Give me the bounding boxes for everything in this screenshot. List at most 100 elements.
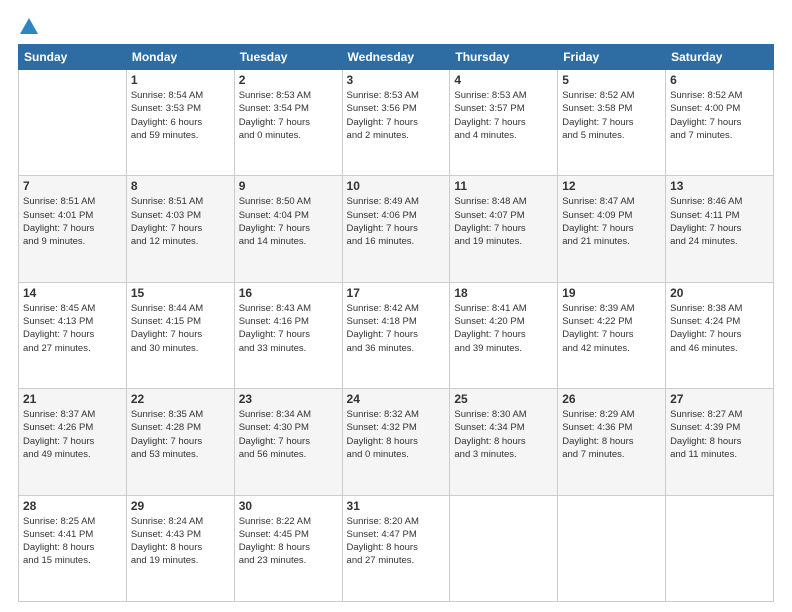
week-row-1: 1 Sunrise: 8:54 AM Sunset: 3:53 PM Daylig…	[19, 70, 774, 176]
day-info: Sunrise: 8:39 AM Sunset: 4:22 PM Dayligh…	[562, 302, 661, 355]
day-number: 20	[670, 286, 769, 300]
day-number: 14	[23, 286, 122, 300]
weekday-header-saturday: Saturday	[666, 45, 774, 70]
day-info: Sunrise: 8:45 AM Sunset: 4:13 PM Dayligh…	[23, 302, 122, 355]
day-number: 23	[239, 392, 338, 406]
calendar-cell	[450, 495, 558, 601]
calendar-cell: 23 Sunrise: 8:34 AM Sunset: 4:30 PM Dayli…	[234, 389, 342, 495]
day-info: Sunrise: 8:50 AM Sunset: 4:04 PM Dayligh…	[239, 195, 338, 248]
day-number: 27	[670, 392, 769, 406]
day-info: Sunrise: 8:51 AM Sunset: 4:03 PM Dayligh…	[131, 195, 230, 248]
page: SundayMondayTuesdayWednesdayThursdayFrid…	[0, 0, 792, 612]
day-number: 25	[454, 392, 553, 406]
day-info: Sunrise: 8:49 AM Sunset: 4:06 PM Dayligh…	[347, 195, 446, 248]
day-number: 12	[562, 179, 661, 193]
day-number: 7	[23, 179, 122, 193]
day-number: 2	[239, 73, 338, 87]
day-info: Sunrise: 8:37 AM Sunset: 4:26 PM Dayligh…	[23, 408, 122, 461]
day-number: 3	[347, 73, 446, 87]
weekday-header-wednesday: Wednesday	[342, 45, 450, 70]
day-info: Sunrise: 8:25 AM Sunset: 4:41 PM Dayligh…	[23, 515, 122, 568]
weekday-header-sunday: Sunday	[19, 45, 127, 70]
day-number: 4	[454, 73, 553, 87]
day-info: Sunrise: 8:32 AM Sunset: 4:32 PM Dayligh…	[347, 408, 446, 461]
calendar-cell: 16 Sunrise: 8:43 AM Sunset: 4:16 PM Dayli…	[234, 282, 342, 388]
day-number: 31	[347, 499, 446, 513]
calendar-cell: 31 Sunrise: 8:20 AM Sunset: 4:47 PM Dayli…	[342, 495, 450, 601]
weekday-header-row: SundayMondayTuesdayWednesdayThursdayFrid…	[19, 45, 774, 70]
week-row-5: 28 Sunrise: 8:25 AM Sunset: 4:41 PM Dayli…	[19, 495, 774, 601]
calendar-cell: 27Sunrise: 8:27 AM Sunset: 4:39 PM Dayli…	[666, 389, 774, 495]
day-info: Sunrise: 8:53 AM Sunset: 3:57 PM Dayligh…	[454, 89, 553, 142]
day-info: Sunrise: 8:38 AM Sunset: 4:24 PM Dayligh…	[670, 302, 769, 355]
calendar-cell: 21 Sunrise: 8:37 AM Sunset: 4:26 PM Dayli…	[19, 389, 127, 495]
calendar-cell: 17 Sunrise: 8:42 AM Sunset: 4:18 PM Dayli…	[342, 282, 450, 388]
day-number: 9	[239, 179, 338, 193]
day-info: Sunrise: 8:29 AM Sunset: 4:36 PM Dayligh…	[562, 408, 661, 461]
logo-triangle-icon	[20, 18, 38, 34]
header	[18, 18, 774, 36]
calendar-cell	[19, 70, 127, 176]
calendar-cell: 3Sunrise: 8:53 AM Sunset: 3:56 PM Daylig…	[342, 70, 450, 176]
day-number: 21	[23, 392, 122, 406]
day-number: 13	[670, 179, 769, 193]
weekday-header-friday: Friday	[558, 45, 666, 70]
calendar-cell: 28 Sunrise: 8:25 AM Sunset: 4:41 PM Dayli…	[19, 495, 127, 601]
day-info: Sunrise: 8:41 AM Sunset: 4:20 PM Dayligh…	[454, 302, 553, 355]
calendar-cell: 9 Sunrise: 8:50 AM Sunset: 4:04 PM Daylig…	[234, 176, 342, 282]
calendar-cell: 30 Sunrise: 8:22 AM Sunset: 4:45 PM Dayli…	[234, 495, 342, 601]
day-number: 29	[131, 499, 230, 513]
day-info: Sunrise: 8:53 AM Sunset: 3:54 PM Dayligh…	[239, 89, 338, 142]
day-number: 15	[131, 286, 230, 300]
day-number: 30	[239, 499, 338, 513]
calendar-cell: 5Sunrise: 8:52 AM Sunset: 3:58 PM Daylig…	[558, 70, 666, 176]
calendar-cell: 24 Sunrise: 8:32 AM Sunset: 4:32 PM Dayli…	[342, 389, 450, 495]
day-number: 8	[131, 179, 230, 193]
calendar-cell: 7 Sunrise: 8:51 AM Sunset: 4:01 PM Daylig…	[19, 176, 127, 282]
day-number: 19	[562, 286, 661, 300]
day-info: Sunrise: 8:24 AM Sunset: 4:43 PM Dayligh…	[131, 515, 230, 568]
calendar-cell: 14 Sunrise: 8:45 AM Sunset: 4:13 PM Dayli…	[19, 282, 127, 388]
day-number: 17	[347, 286, 446, 300]
day-info: Sunrise: 8:52 AM Sunset: 3:58 PM Dayligh…	[562, 89, 661, 142]
day-number: 11	[454, 179, 553, 193]
calendar-cell: 8 Sunrise: 8:51 AM Sunset: 4:03 PM Daylig…	[126, 176, 234, 282]
calendar-cell: 25 Sunrise: 8:30 AM Sunset: 4:34 PM Dayli…	[450, 389, 558, 495]
week-row-3: 14 Sunrise: 8:45 AM Sunset: 4:13 PM Dayli…	[19, 282, 774, 388]
day-info: Sunrise: 8:47 AM Sunset: 4:09 PM Dayligh…	[562, 195, 661, 248]
day-number: 24	[347, 392, 446, 406]
day-number: 16	[239, 286, 338, 300]
day-info: Sunrise: 8:42 AM Sunset: 4:18 PM Dayligh…	[347, 302, 446, 355]
day-number: 1	[131, 73, 230, 87]
day-number: 10	[347, 179, 446, 193]
calendar-cell	[666, 495, 774, 601]
day-number: 28	[23, 499, 122, 513]
week-row-2: 7 Sunrise: 8:51 AM Sunset: 4:01 PM Daylig…	[19, 176, 774, 282]
logo	[18, 18, 38, 36]
calendar-cell: 1 Sunrise: 8:54 AM Sunset: 3:53 PM Daylig…	[126, 70, 234, 176]
calendar-cell: 2 Sunrise: 8:53 AM Sunset: 3:54 PM Daylig…	[234, 70, 342, 176]
day-info: Sunrise: 8:34 AM Sunset: 4:30 PM Dayligh…	[239, 408, 338, 461]
week-row-4: 21 Sunrise: 8:37 AM Sunset: 4:26 PM Dayli…	[19, 389, 774, 495]
calendar-cell: 12 Sunrise: 8:47 AM Sunset: 4:09 PM Dayli…	[558, 176, 666, 282]
calendar-cell: 18Sunrise: 8:41 AM Sunset: 4:20 PM Dayli…	[450, 282, 558, 388]
calendar-cell: 26Sunrise: 8:29 AM Sunset: 4:36 PM Dayli…	[558, 389, 666, 495]
calendar-cell: 19 Sunrise: 8:39 AM Sunset: 4:22 PM Dayli…	[558, 282, 666, 388]
calendar-cell: 15 Sunrise: 8:44 AM Sunset: 4:15 PM Dayli…	[126, 282, 234, 388]
calendar-cell: 13Sunrise: 8:46 AM Sunset: 4:11 PM Dayli…	[666, 176, 774, 282]
day-info: Sunrise: 8:43 AM Sunset: 4:16 PM Dayligh…	[239, 302, 338, 355]
day-info: Sunrise: 8:51 AM Sunset: 4:01 PM Dayligh…	[23, 195, 122, 248]
day-info: Sunrise: 8:35 AM Sunset: 4:28 PM Dayligh…	[131, 408, 230, 461]
calendar-cell: 20 Sunrise: 8:38 AM Sunset: 4:24 PM Dayli…	[666, 282, 774, 388]
day-info: Sunrise: 8:30 AM Sunset: 4:34 PM Dayligh…	[454, 408, 553, 461]
calendar-cell: 29 Sunrise: 8:24 AM Sunset: 4:43 PM Dayli…	[126, 495, 234, 601]
day-info: Sunrise: 8:54 AM Sunset: 3:53 PM Dayligh…	[131, 89, 230, 142]
day-number: 22	[131, 392, 230, 406]
calendar-table: SundayMondayTuesdayWednesdayThursdayFrid…	[18, 44, 774, 602]
calendar-cell: 10 Sunrise: 8:49 AM Sunset: 4:06 PM Dayli…	[342, 176, 450, 282]
weekday-header-tuesday: Tuesday	[234, 45, 342, 70]
day-number: 6	[670, 73, 769, 87]
day-info: Sunrise: 8:22 AM Sunset: 4:45 PM Dayligh…	[239, 515, 338, 568]
day-info: Sunrise: 8:20 AM Sunset: 4:47 PM Dayligh…	[347, 515, 446, 568]
day-info: Sunrise: 8:44 AM Sunset: 4:15 PM Dayligh…	[131, 302, 230, 355]
